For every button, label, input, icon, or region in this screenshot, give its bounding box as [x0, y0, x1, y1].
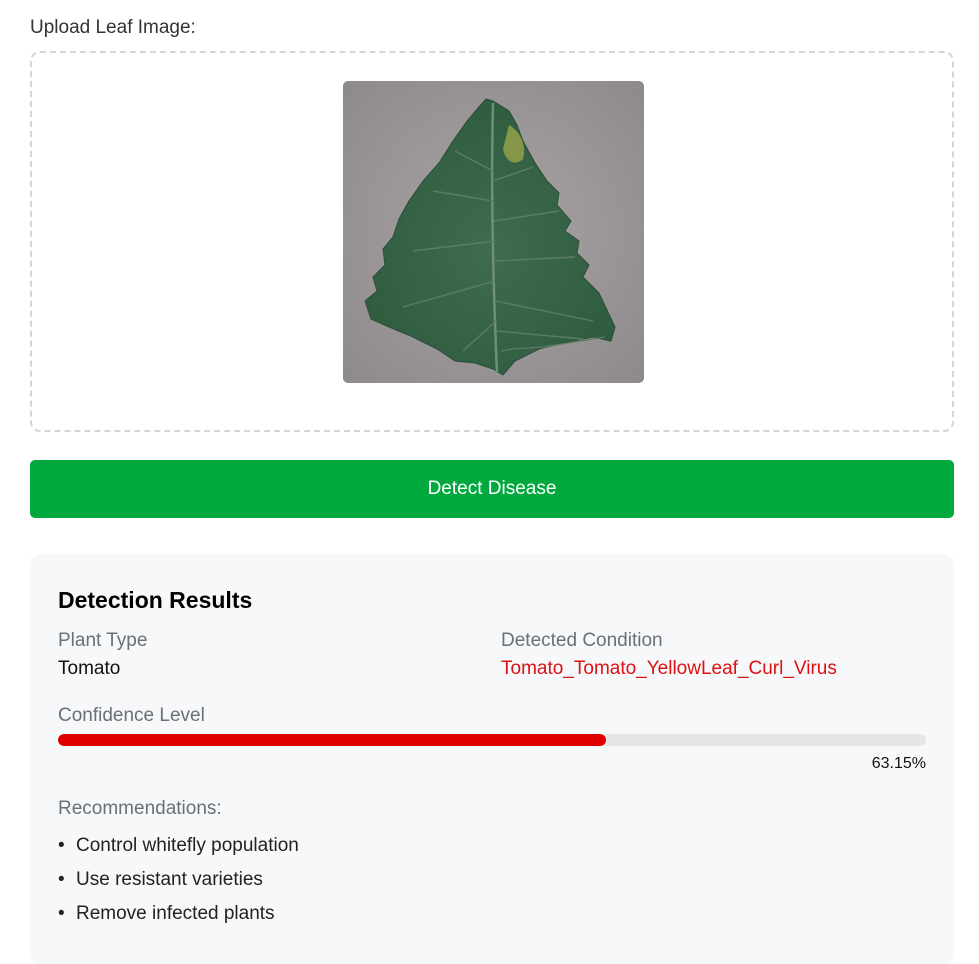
recommendation-item: • Use resistant varieties [58, 868, 299, 902]
tomato-leaf-image [343, 81, 644, 383]
recommendation-item: • Control whitefly population [58, 834, 299, 868]
recommendations-label: Recommendations: [58, 798, 222, 819]
recommendation-item: • Remove infected plants [58, 902, 299, 936]
plant-type-label: Plant Type [58, 630, 148, 651]
plant-type-value: Tomato [58, 658, 121, 679]
confidence-progress-bar [58, 734, 926, 746]
confidence-progress-fill [58, 734, 607, 746]
upload-label: Upload Leaf Image: [30, 17, 196, 38]
detected-condition-label: Detected Condition [501, 630, 663, 651]
recommendation-text: Use resistant varieties [76, 869, 263, 890]
detect-disease-button[interactable]: Detect Disease [30, 460, 954, 518]
recommendations-list: • Control whitefly population • Use resi… [58, 834, 299, 936]
recommendation-text: Remove infected plants [76, 903, 275, 924]
bullet-icon: • [58, 835, 65, 856]
bullet-icon: • [58, 903, 65, 924]
image-dropzone[interactable] [30, 51, 954, 432]
bullet-icon: • [58, 869, 65, 890]
detected-condition-value: Tomato_Tomato_YellowLeaf_Curl_Virus [501, 658, 837, 679]
results-title: Detection Results [58, 587, 253, 613]
confidence-level-label: Confidence Level [58, 705, 205, 726]
detection-results-panel: Detection Results Plant Type Tomato Dete… [30, 554, 954, 964]
confidence-percentage: 63.15% [871, 755, 926, 772]
recommendation-text: Control whitefly population [76, 835, 299, 856]
leaf-image-preview [343, 81, 644, 383]
